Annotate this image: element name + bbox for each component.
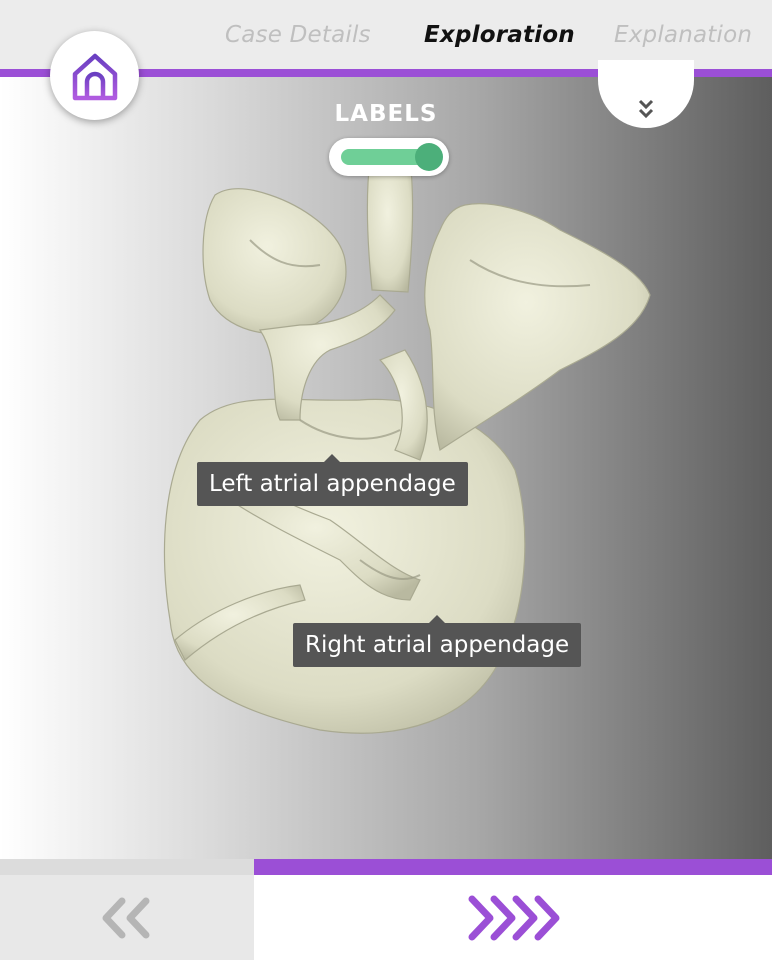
bottom-navigation xyxy=(0,859,772,960)
quad-chevron-right-icon xyxy=(468,895,560,941)
label-left-atrial-appendage: Left atrial appendage xyxy=(197,454,468,506)
3d-model-viewer[interactable]: Left atrial appendage Right atrial appen… xyxy=(0,77,772,859)
toggle-knob[interactable] xyxy=(415,143,443,171)
labels-toggle-switch[interactable] xyxy=(329,138,449,176)
tab-case-details[interactable]: Case Details xyxy=(225,22,371,48)
next-progress-bar xyxy=(254,859,772,875)
tab-explanation[interactable]: Explanation xyxy=(614,22,752,48)
previous-button[interactable] xyxy=(0,859,254,960)
next-button[interactable] xyxy=(254,859,772,960)
double-chevron-left-icon xyxy=(102,897,150,939)
tab-exploration[interactable]: Exploration xyxy=(424,22,575,48)
previous-progress-bar xyxy=(0,859,254,875)
home-icon xyxy=(72,53,117,100)
label-right-atrial-appendage: Right atrial appendage xyxy=(293,615,582,667)
home-button[interactable] xyxy=(50,31,139,120)
double-chevron-down-icon xyxy=(638,99,654,119)
